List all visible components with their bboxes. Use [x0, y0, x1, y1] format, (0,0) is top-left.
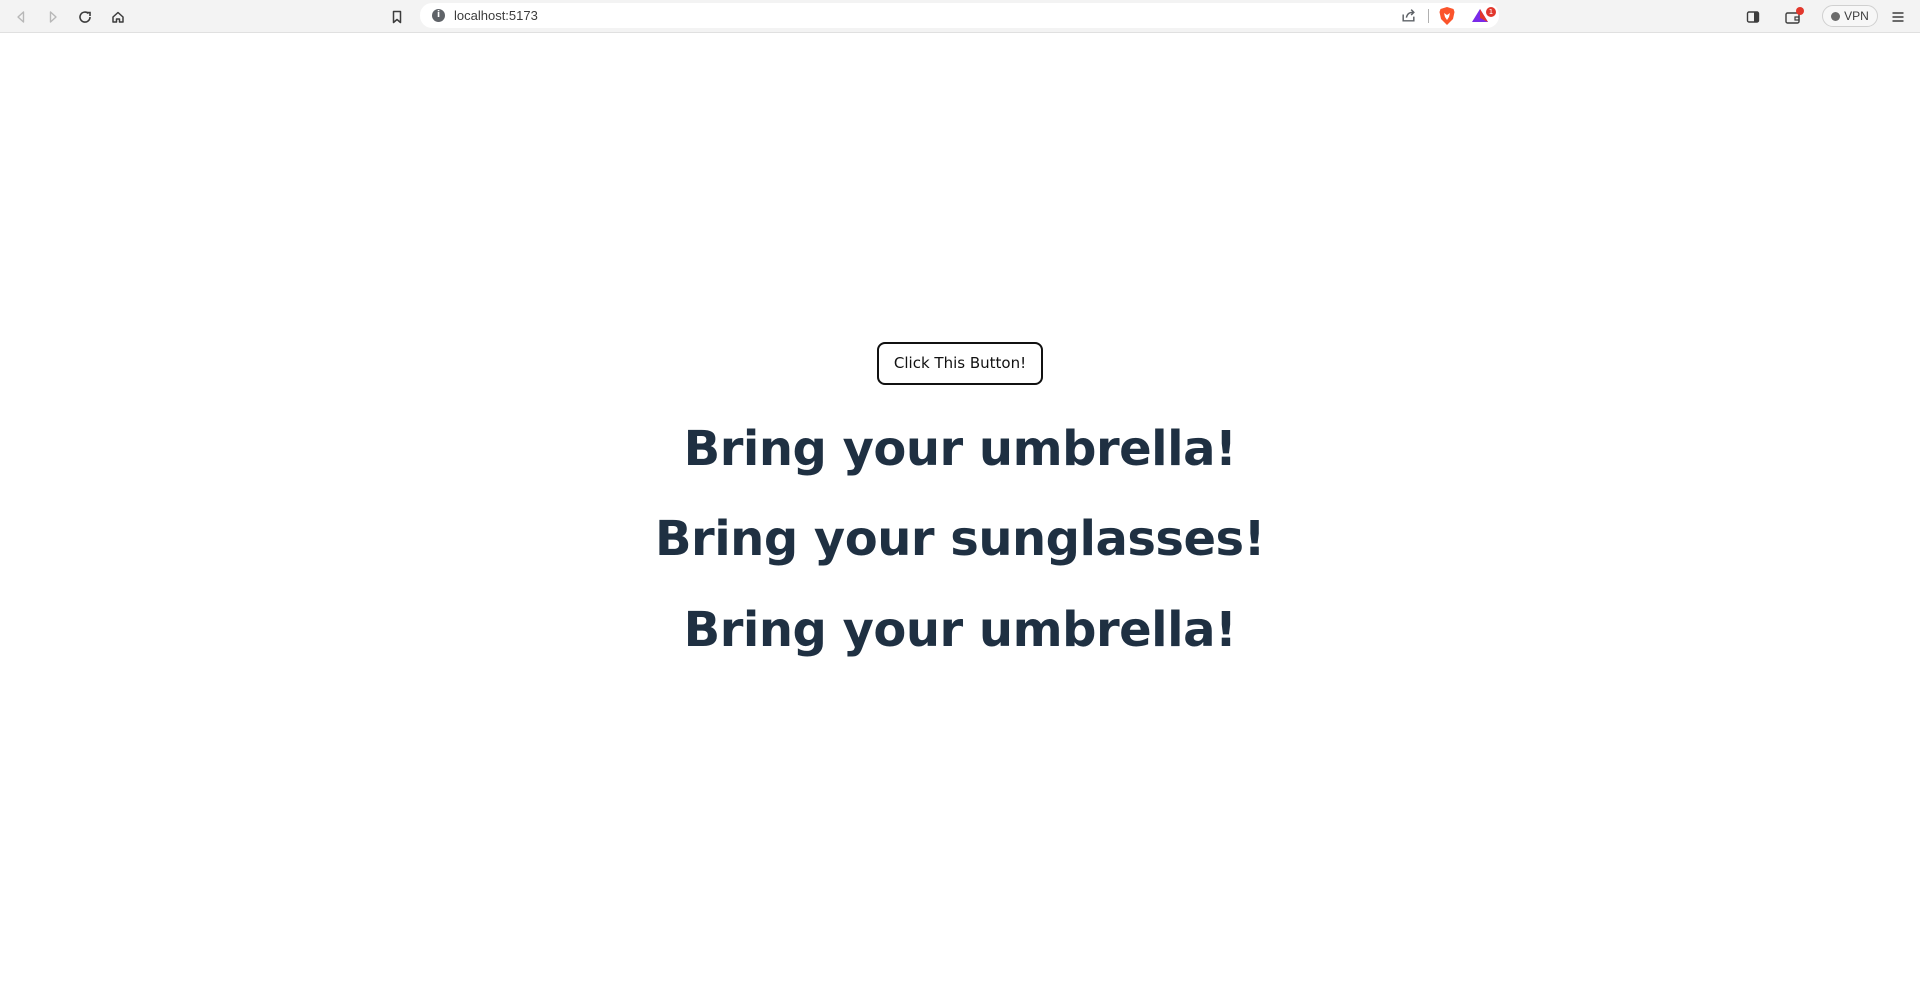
- vpn-button[interactable]: VPN: [1822, 5, 1878, 27]
- message-heading-2: Bring your sunglasses!: [654, 511, 1266, 567]
- click-this-button[interactable]: Click This Button!: [877, 342, 1043, 385]
- vpn-label: VPN: [1844, 9, 1869, 23]
- share-icon[interactable]: [1400, 7, 1417, 28]
- bookmark-icon[interactable]: [385, 5, 409, 29]
- rewards-count-badge: 1: [1486, 7, 1496, 17]
- menu-icon[interactable]: [1886, 5, 1910, 29]
- message-heading-1: Bring your umbrella!: [683, 421, 1237, 477]
- info-icon[interactable]: i: [432, 9, 445, 22]
- sidebar-icon[interactable]: [1741, 5, 1765, 29]
- browser-toolbar: i localhost:5173 1 VPN: [0, 0, 1920, 33]
- wallet-notification-dot: [1796, 7, 1804, 15]
- address-divider: [1428, 9, 1429, 23]
- url-text[interactable]: localhost:5173: [454, 3, 538, 28]
- reload-icon[interactable]: [73, 5, 97, 29]
- home-icon[interactable]: [106, 5, 130, 29]
- address-bar[interactable]: i localhost:5173 1: [420, 3, 1499, 28]
- vpn-icon: [1831, 11, 1841, 21]
- message-heading-3: Bring your umbrella!: [683, 602, 1237, 658]
- wallet-icon[interactable]: [1781, 5, 1805, 29]
- back-icon[interactable]: [9, 5, 33, 29]
- brave-shields-icon[interactable]: [1438, 6, 1456, 30]
- page-content: Click This Button! Bring your umbrella! …: [0, 33, 1920, 999]
- forward-icon[interactable]: [41, 5, 65, 29]
